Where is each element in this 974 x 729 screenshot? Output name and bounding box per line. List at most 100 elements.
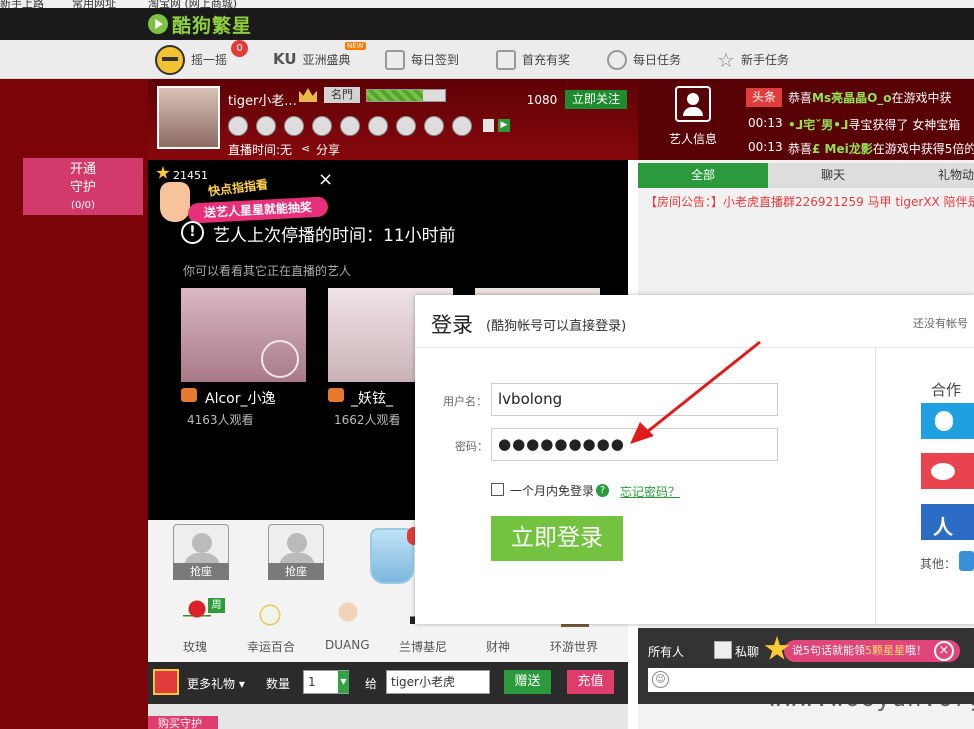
more-gifts-dropdown[interactable]: 更多礼物 ▾ bbox=[187, 675, 245, 692]
medal-icon[interactable] bbox=[368, 116, 388, 136]
star-outline-icon: ☆ bbox=[717, 47, 735, 72]
forgot-password-link[interactable]: 忘记密码？ bbox=[620, 483, 680, 500]
headline-news-item: 恭喜Ms亮晶晶O_o在游戏中获 bbox=[788, 89, 952, 106]
duang-gift-icon[interactable] bbox=[334, 600, 362, 630]
news-text: 恭喜 bbox=[788, 91, 813, 105]
live-thumbnail[interactable] bbox=[181, 288, 306, 382]
tab-chat[interactable]: 聊天 bbox=[768, 163, 898, 188]
other-login-icon[interactable] bbox=[959, 551, 974, 571]
gift-name: 兰博基尼 bbox=[399, 640, 448, 654]
emoji-icon[interactable]: ☺ bbox=[652, 671, 669, 688]
medal-icon[interactable] bbox=[424, 116, 444, 136]
share-icon[interactable]: ⋖ bbox=[301, 143, 312, 154]
artist-info-button[interactable]: 艺人信息 bbox=[664, 86, 722, 154]
brand-bar bbox=[0, 8, 974, 40]
bookmark-item[interactable]: 新手上路 bbox=[0, 0, 44, 8]
weibo-login-button[interactable] bbox=[921, 453, 974, 489]
thumbnail-viewers: 1662人观看 bbox=[334, 413, 401, 427]
open-guard-button[interactable]: 开通 守护 (0/0) bbox=[23, 158, 143, 215]
pencil-icon bbox=[385, 49, 405, 70]
room-announcement: 【房间公告：】小老虎直播群226921259 马甲 tigerXX 陪伴是 bbox=[645, 195, 974, 209]
medal-more-box bbox=[483, 119, 494, 132]
anchor-name[interactable]: tiger小老... bbox=[228, 90, 297, 109]
follow-button[interactable]: 立即关注 bbox=[565, 90, 627, 109]
bookmark-item[interactable]: 淘宝网 (网上商城) bbox=[148, 0, 237, 8]
news-time: 00:13 bbox=[748, 140, 783, 154]
username-label: 用户名： bbox=[443, 395, 487, 408]
news-user[interactable]: Ms亮晶晶O_o bbox=[812, 91, 892, 105]
qq-login-button[interactable] bbox=[921, 403, 974, 439]
medal-icon[interactable] bbox=[340, 116, 360, 136]
help-icon[interactable]: ? bbox=[596, 484, 609, 497]
register-link[interactable]: 还没有帐号 bbox=[913, 315, 968, 331]
qq-icon bbox=[935, 411, 953, 431]
bee-icon bbox=[155, 44, 185, 75]
headline-tag: 头条 bbox=[746, 88, 782, 107]
close-icon[interactable]: × bbox=[934, 641, 954, 661]
buy-guard-tab[interactable]: 购买守护 bbox=[148, 716, 218, 729]
guard-title: 开通 bbox=[69, 162, 96, 177]
remember-checkbox[interactable] bbox=[491, 483, 504, 496]
chevron-down-icon: ▾ bbox=[238, 677, 245, 691]
gift-name: 玫瑰 bbox=[183, 640, 208, 654]
bookmark-item[interactable]: 常用网址 bbox=[72, 0, 116, 8]
nav-checkin-label: 每日签到 bbox=[411, 53, 460, 67]
medal-icon[interactable] bbox=[396, 116, 416, 136]
brand-logo[interactable]: 酷狗繁星 bbox=[148, 11, 252, 37]
thumbnail-name[interactable]: Alcor_小逸 bbox=[205, 388, 276, 408]
login-button[interactable]: 立即登录 bbox=[491, 516, 623, 561]
chat-target-select[interactable]: 所有人 bbox=[648, 643, 684, 660]
tab-all[interactable]: 全部 bbox=[638, 163, 768, 188]
artist-card-icon bbox=[675, 86, 711, 122]
nav-newbie-task-label: 新手任务 bbox=[740, 53, 789, 67]
medal-icon[interactable] bbox=[256, 116, 276, 136]
nav-festival-label: 亚洲盛典 bbox=[302, 53, 351, 67]
star-count: 21451 bbox=[173, 169, 208, 182]
news-user[interactable]: £ Mei龙影 bbox=[812, 142, 873, 156]
alert-icon: ! bbox=[181, 221, 204, 244]
medal-icon[interactable] bbox=[228, 116, 248, 136]
nav-newbie-task[interactable]: ☆ 新手任务 bbox=[717, 40, 789, 79]
play-icon bbox=[261, 340, 299, 378]
nav-checkin[interactable]: 每日签到 bbox=[385, 40, 459, 79]
anchor-avatar[interactable] bbox=[157, 86, 220, 149]
recharge-button[interactable]: 充值 bbox=[567, 670, 614, 694]
level-progress-fill bbox=[367, 90, 423, 101]
share-label[interactable]: 分享 bbox=[316, 141, 340, 158]
nav-festival[interactable]: KU 亚洲盛典 bbox=[273, 40, 351, 79]
rank-badge: 名門 bbox=[324, 87, 360, 103]
pointing-hand-icon bbox=[160, 182, 190, 222]
nav-first-charge[interactable]: 首充有奖 bbox=[496, 40, 570, 79]
nav-daily-task[interactable]: 每日任务 bbox=[607, 40, 681, 79]
play-logo-icon bbox=[148, 14, 168, 34]
medal-icon[interactable] bbox=[312, 116, 332, 136]
crown-icon bbox=[181, 388, 197, 402]
other-login-label: 其他： bbox=[920, 557, 957, 571]
thumbnail-name[interactable]: _妖铉_ bbox=[351, 388, 393, 408]
chat-promo-highlight: 5颗星星 bbox=[865, 644, 905, 657]
recipient-field[interactable]: tiger小老虎 bbox=[386, 670, 490, 694]
news-text: 寻宝获得了 女神宝箱 bbox=[848, 118, 961, 132]
news-user[interactable]: •ᒧ宅ˇ男•ᒧ bbox=[788, 118, 848, 132]
medal-next-arrow-icon[interactable]: ▶ bbox=[498, 119, 510, 132]
quantity-dropdown-icon[interactable]: ▼ bbox=[338, 671, 349, 693]
chat-promo-text: 哦！ bbox=[905, 644, 927, 657]
grab-seat-label[interactable]: 抢座 bbox=[268, 563, 324, 580]
top-nav bbox=[0, 40, 974, 79]
medal-icon[interactable] bbox=[284, 116, 304, 136]
private-chat-checkbox[interactable] bbox=[714, 641, 732, 659]
lily-gift-icon[interactable] bbox=[256, 600, 284, 630]
news-time: 00:13 bbox=[748, 116, 783, 130]
tab-gift-activity[interactable]: 礼物动 bbox=[898, 163, 974, 188]
rose-gift-icon[interactable] bbox=[183, 600, 211, 630]
renren-login-button[interactable]: 人 bbox=[921, 504, 974, 540]
medal-icon[interactable] bbox=[452, 116, 472, 136]
close-icon[interactable]: × bbox=[318, 171, 334, 189]
remember-label[interactable]: 一个月内免登录 bbox=[510, 482, 594, 499]
crown-icon bbox=[328, 388, 344, 402]
grab-seat-label[interactable]: 抢座 bbox=[173, 563, 229, 580]
recipient-label: 给 bbox=[365, 677, 378, 691]
send-gift-button[interactable]: 赠送 bbox=[504, 670, 551, 694]
nav-shake[interactable]: 摇一摇 bbox=[155, 40, 227, 79]
watermark: www.wooyun.org bbox=[768, 684, 974, 712]
